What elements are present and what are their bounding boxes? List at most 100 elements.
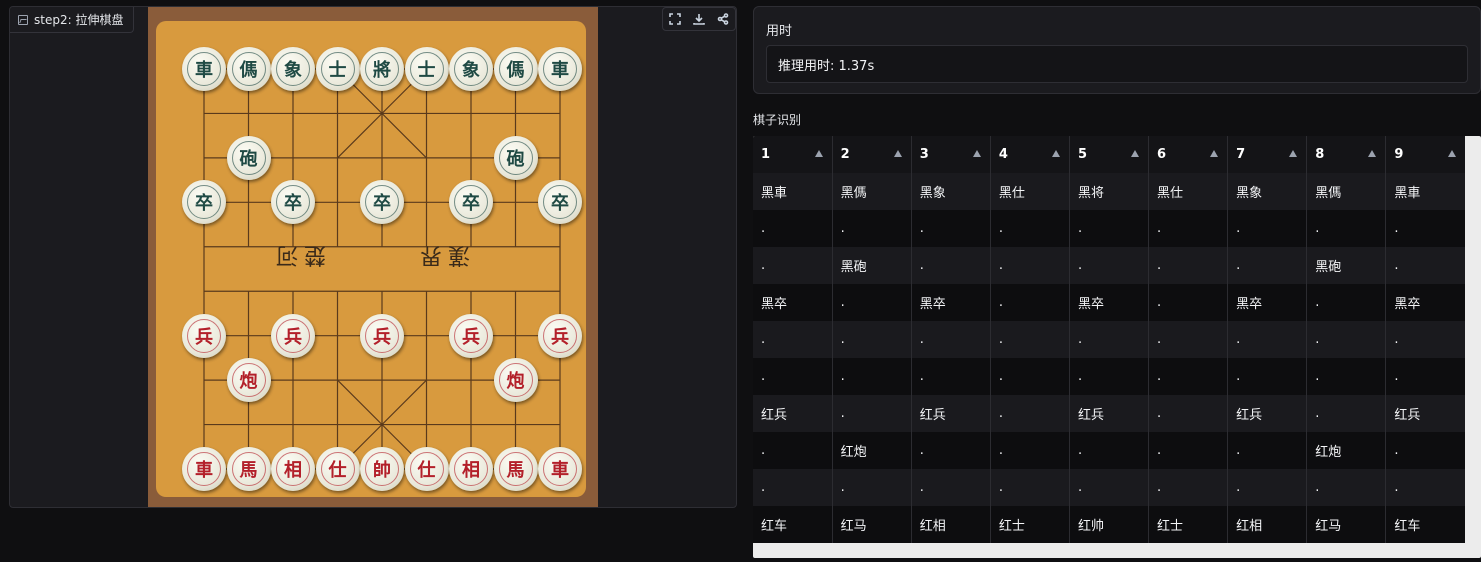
table-cell[interactable]: 红兵 <box>1069 395 1150 432</box>
table-cell[interactable]: . <box>1306 284 1387 321</box>
table-cell[interactable]: . <box>1148 284 1229 321</box>
table-cell[interactable]: . <box>990 432 1070 469</box>
table-cell[interactable]: . <box>753 210 833 247</box>
table-cell[interactable]: 红马 <box>1306 506 1387 543</box>
table-cell[interactable]: 黑仕 <box>1148 173 1229 210</box>
column-header-5[interactable]: 5 <box>1069 136 1150 173</box>
table-cell[interactable]: . <box>832 358 912 395</box>
column-header-7[interactable]: 7 <box>1227 136 1308 173</box>
table-cell[interactable]: . <box>1385 432 1465 469</box>
table-cell[interactable]: . <box>990 247 1070 284</box>
table-cell[interactable]: 黑傌 <box>1306 173 1387 210</box>
table-cell[interactable]: 黑卒 <box>1385 284 1465 321</box>
table-cell[interactable]: 红相 <box>1227 506 1308 543</box>
table-cell[interactable]: . <box>753 321 833 358</box>
sort-arrow-icon[interactable] <box>1210 150 1219 157</box>
table-cell[interactable]: . <box>1148 395 1229 432</box>
table-cell[interactable]: 红车 <box>1385 506 1465 543</box>
share-button[interactable] <box>711 8 735 30</box>
table-cell[interactable]: . <box>1306 469 1387 506</box>
table-cell[interactable]: . <box>990 210 1070 247</box>
table-cell[interactable]: . <box>753 247 833 284</box>
download-button[interactable] <box>687 8 711 30</box>
table-cell[interactable]: . <box>1069 247 1150 284</box>
table-cell[interactable]: 黑車 <box>1385 173 1465 210</box>
sort-arrow-icon[interactable] <box>1289 150 1298 157</box>
table-cell[interactable]: . <box>1227 210 1308 247</box>
table-cell[interactable]: 黑砲 <box>832 247 912 284</box>
table-cell[interactable]: 黑仕 <box>990 173 1070 210</box>
table-cell[interactable]: . <box>753 432 833 469</box>
sort-arrow-icon[interactable] <box>1131 150 1140 157</box>
table-cell[interactable]: . <box>911 247 991 284</box>
sort-arrow-icon[interactable] <box>972 150 981 157</box>
table-cell[interactable]: . <box>832 321 912 358</box>
table-cell[interactable]: . <box>911 321 991 358</box>
table-cell[interactable]: . <box>990 321 1070 358</box>
table-cell[interactable]: . <box>1148 321 1229 358</box>
table-cell[interactable]: . <box>1227 358 1308 395</box>
table-cell[interactable]: . <box>1227 321 1308 358</box>
table-cell[interactable]: . <box>832 395 912 432</box>
table-cell[interactable]: . <box>753 358 833 395</box>
sort-arrow-icon[interactable] <box>1448 150 1456 157</box>
column-header-6[interactable]: 6 <box>1148 136 1229 173</box>
table-cell[interactable]: . <box>1385 358 1465 395</box>
column-header-2[interactable]: 2 <box>832 136 912 173</box>
table-cell[interactable]: 红马 <box>832 506 912 543</box>
table-cell[interactable]: 红车 <box>753 506 833 543</box>
table-cell[interactable]: 黑卒 <box>911 284 991 321</box>
table-cell[interactable]: . <box>1385 321 1465 358</box>
table-cell[interactable]: 红兵 <box>1227 395 1308 432</box>
column-header-8[interactable]: 8 <box>1306 136 1387 173</box>
column-header-9[interactable]: 9 <box>1385 136 1465 173</box>
table-cell[interactable]: . <box>1148 432 1229 469</box>
table-cell[interactable]: 红兵 <box>753 395 833 432</box>
table-cell[interactable]: . <box>1069 358 1150 395</box>
table-cell[interactable]: . <box>1148 358 1229 395</box>
table-cell[interactable]: . <box>1148 469 1229 506</box>
column-header-1[interactable]: 1 <box>753 136 833 173</box>
table-cell[interactable]: . <box>1306 210 1387 247</box>
table-cell[interactable]: . <box>990 284 1070 321</box>
table-cell[interactable]: 红兵 <box>911 395 991 432</box>
table-cell[interactable]: 黑車 <box>753 173 833 210</box>
table-cell[interactable]: . <box>1385 210 1465 247</box>
table-cell[interactable]: 红炮 <box>1306 432 1387 469</box>
table-cell[interactable]: . <box>911 358 991 395</box>
table-cell[interactable]: 红士 <box>990 506 1070 543</box>
table-cell[interactable]: 黑象 <box>911 173 991 210</box>
table-cell[interactable]: 黑卒 <box>1069 284 1150 321</box>
table-cell[interactable]: . <box>1069 469 1150 506</box>
column-header-4[interactable]: 4 <box>990 136 1070 173</box>
table-cell[interactable]: 红炮 <box>832 432 912 469</box>
sort-arrow-icon[interactable] <box>893 150 902 157</box>
table-cell[interactable]: . <box>1148 210 1229 247</box>
table-cell[interactable]: . <box>911 210 991 247</box>
table-cell[interactable]: . <box>990 469 1070 506</box>
table-cell[interactable]: 黑卒 <box>753 284 833 321</box>
table-cell[interactable]: . <box>1227 247 1308 284</box>
table-cell[interactable]: 黑卒 <box>1227 284 1308 321</box>
table-cell[interactable]: . <box>1069 432 1150 469</box>
table-cell[interactable]: 黑象 <box>1227 173 1308 210</box>
sort-arrow-icon[interactable] <box>1051 150 1060 157</box>
table-cell[interactable]: . <box>1385 247 1465 284</box>
table-cell[interactable]: . <box>832 210 912 247</box>
table-cell[interactable]: . <box>832 469 912 506</box>
table-cell[interactable]: . <box>1227 432 1308 469</box>
table-cell[interactable]: . <box>1069 210 1150 247</box>
column-header-3[interactable]: 3 <box>911 136 991 173</box>
table-cell[interactable]: 红帅 <box>1069 506 1150 543</box>
table-cell[interactable]: 黑傌 <box>832 173 912 210</box>
table-cell[interactable]: . <box>753 469 833 506</box>
table-cell[interactable]: . <box>1069 321 1150 358</box>
table-cell[interactable]: 红兵 <box>1385 395 1465 432</box>
table-cell[interactable]: . <box>1306 321 1387 358</box>
table-cell[interactable]: 黑将 <box>1069 173 1150 210</box>
table-cell[interactable]: . <box>990 358 1070 395</box>
table-cell[interactable]: 黑砲 <box>1306 247 1387 284</box>
table-cell[interactable]: 红相 <box>911 506 991 543</box>
table-cell[interactable]: . <box>1385 469 1465 506</box>
sort-arrow-icon[interactable] <box>814 150 823 157</box>
